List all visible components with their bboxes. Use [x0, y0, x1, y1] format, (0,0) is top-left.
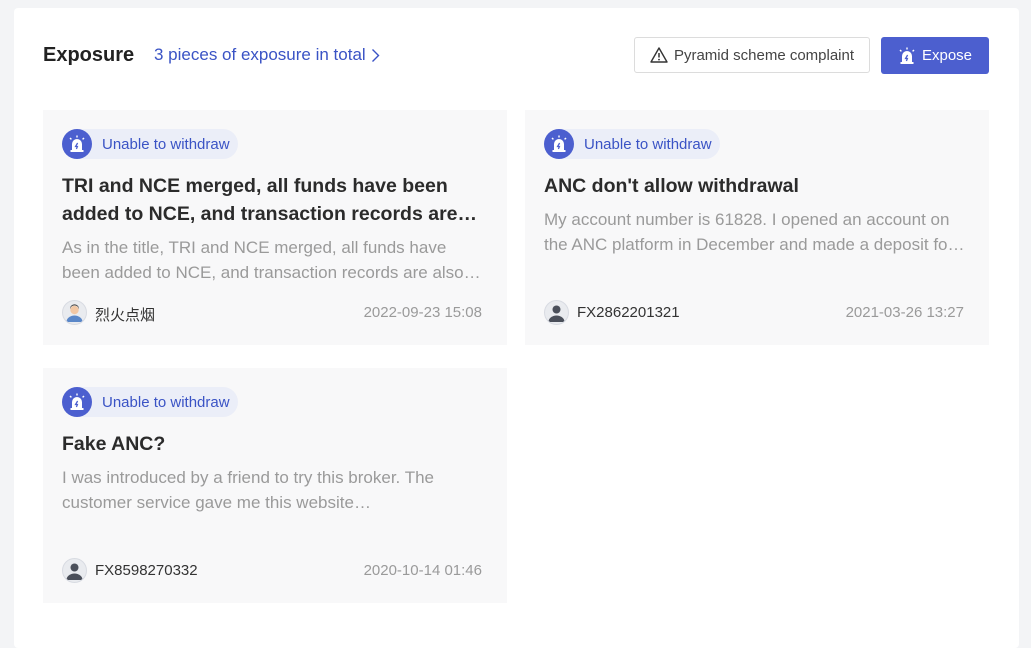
card-description: I was introduced by a friend to try this… — [62, 468, 434, 512]
exposure-card[interactable]: Unable to withdraw Fake ANC? I was intro… — [43, 368, 507, 603]
user-avatar-icon — [62, 300, 87, 325]
section-title: Exposure — [43, 44, 135, 66]
exposure-header: Exposure 3 pieces of exposure in total P… — [14, 8, 1019, 103]
alarm-siren-icon — [62, 387, 92, 417]
card-footer: FX2862201321 2021-03-26 13:27 — [544, 300, 964, 326]
card-title[interactable]: TRI and NCE merged, all funds have been … — [62, 172, 487, 228]
category-tag-label: Unable to withdraw — [102, 135, 230, 153]
category-tag: Unable to withdraw — [62, 387, 238, 417]
total-exposure-label: 3 pieces of exposure in total — [154, 45, 366, 64]
card-description: As in the title, TRI and NCE merged, all… — [62, 238, 464, 282]
card-footer: FX8598270332 2020-10-14 01:46 — [62, 558, 482, 584]
exposure-card[interactable]: Unable to withdraw TRI and NCE merged, a… — [43, 110, 507, 345]
user-avatar-icon — [62, 558, 87, 583]
category-tag: Unable to withdraw — [62, 129, 238, 159]
category-tag-label: Unable to withdraw — [102, 393, 230, 411]
exposure-panel: Exposure 3 pieces of exposure in total P… — [14, 8, 1019, 648]
card-footer: 烈火点烟 2022-09-23 15:08 — [62, 300, 482, 326]
alarm-siren-icon — [898, 47, 916, 65]
warning-triangle-icon — [650, 47, 668, 63]
pyramid-complaint-label: Pyramid scheme complaint — [673, 46, 855, 64]
alarm-siren-icon — [62, 129, 92, 159]
category-tag-label: Unable to withdraw — [584, 135, 712, 153]
author-name: 烈火点烟 — [95, 307, 156, 324]
post-date: 2020-10-14 01:46 — [363, 562, 482, 579]
pyramid-complaint-button[interactable]: Pyramid scheme complaint — [634, 37, 870, 73]
expose-label: Expose — [921, 47, 973, 64]
chevron-right-icon — [371, 48, 380, 63]
total-exposure-link[interactable]: 3 pieces of exposure in total — [154, 45, 380, 65]
exposure-card[interactable]: Unable to withdraw ANC don't allow withd… — [525, 110, 989, 345]
alarm-siren-icon — [544, 129, 574, 159]
user-avatar-icon — [544, 300, 569, 325]
post-date: 2022-09-23 15:08 — [363, 304, 482, 321]
category-tag: Unable to withdraw — [544, 129, 720, 159]
card-title[interactable]: ANC don't allow withdrawal — [544, 172, 969, 200]
expose-button[interactable]: Expose — [881, 37, 989, 74]
author-name: FX2862201321 — [577, 304, 680, 321]
card-description: My account number is 61828. I opened an … — [544, 210, 954, 254]
post-date: 2021-03-26 13:27 — [845, 304, 964, 321]
author-name: FX8598270332 — [95, 562, 198, 579]
card-title[interactable]: Fake ANC? — [62, 430, 487, 458]
